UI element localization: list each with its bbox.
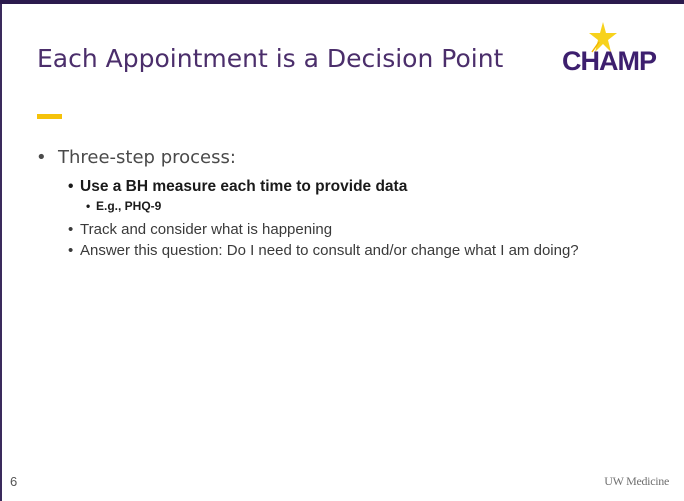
bullet-step-1: Use a BH measure each time to provide da… [36, 176, 656, 197]
bullet-step-3: Answer this question: Do I need to consu… [36, 240, 640, 261]
logo-text: CHAMP [562, 46, 657, 76]
page-number: 6 [10, 474, 18, 489]
slide: Each Appointment is a Decision Point CHA… [0, 0, 684, 501]
accent-bar [37, 114, 62, 119]
bullet-list: Three-step process: Use a BH measure eac… [36, 146, 656, 261]
bullet-step-2: Track and consider what is happening [36, 219, 656, 240]
slide-title: Each Appointment is a Decision Point [37, 44, 504, 73]
champ-logo: CHAMP [562, 22, 670, 84]
top-border [0, 0, 684, 4]
footer-brand: UW Medicine [604, 474, 669, 488]
left-border [0, 4, 2, 501]
bullet-main: Three-step process: [36, 146, 656, 170]
bullet-step-1-example: E.g., PHQ-9 [36, 197, 656, 215]
